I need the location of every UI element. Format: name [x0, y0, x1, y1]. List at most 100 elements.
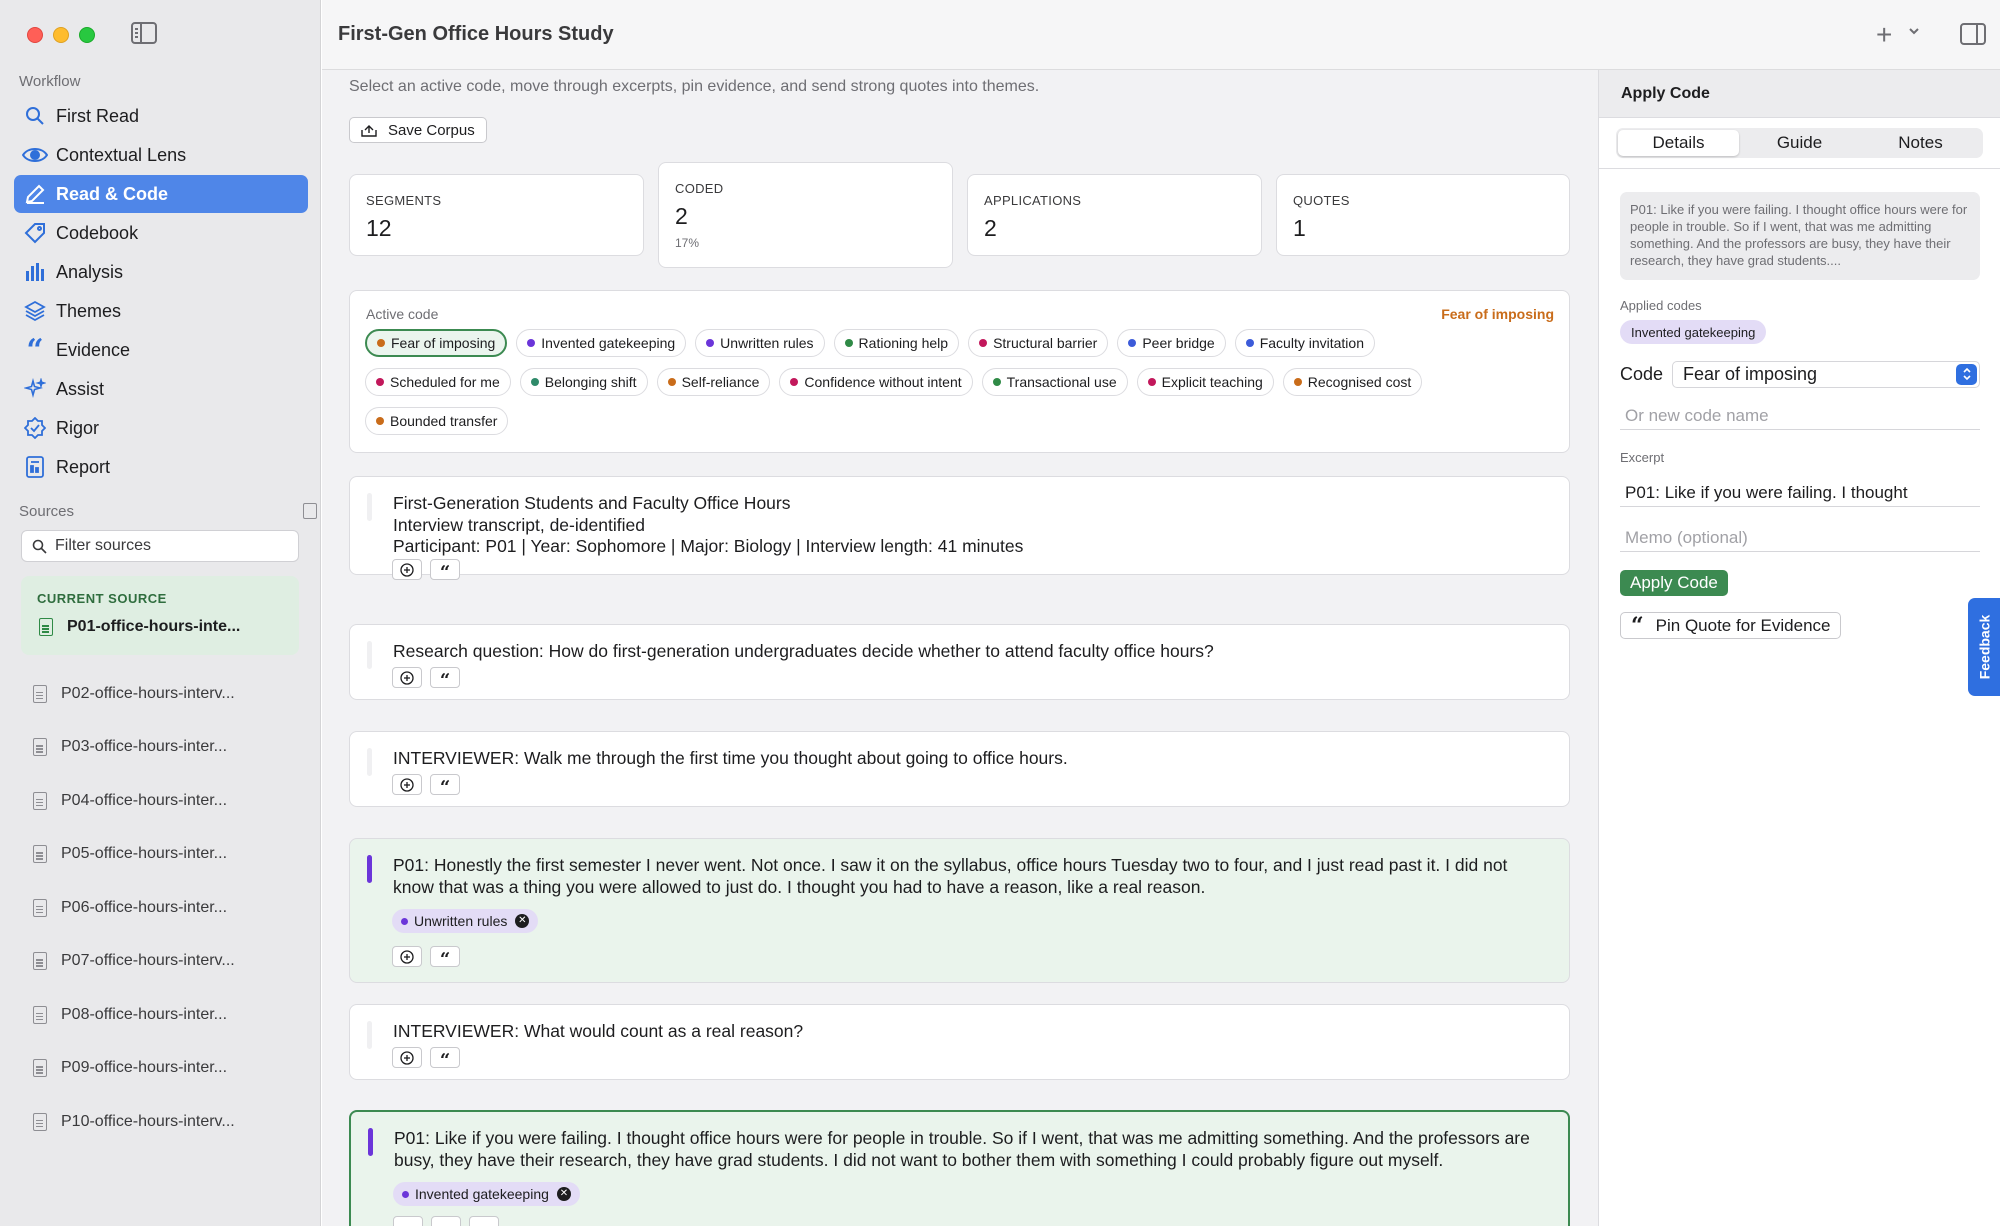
code-chip[interactable]: Transactional use: [981, 368, 1128, 396]
nav-label: Read & Code: [56, 183, 169, 204]
code-chip[interactable]: Structural barrier: [968, 329, 1109, 357]
minimize-window-button[interactable]: [53, 27, 69, 43]
nav-item-report[interactable]: Report: [14, 448, 308, 486]
code-chip[interactable]: Recognised cost: [1282, 368, 1423, 396]
save-corpus-button[interactable]: Save Corpus: [349, 117, 487, 143]
code-chip[interactable]: Unwritten rules: [695, 329, 825, 357]
pin-quote-button[interactable]: “: [430, 667, 460, 689]
code-chip[interactable]: Explicit teaching: [1136, 368, 1274, 396]
nav-item-read-code[interactable]: Read & Code: [14, 175, 308, 213]
add-code-button[interactable]: [392, 1047, 422, 1068]
add-code-button[interactable]: [392, 946, 422, 967]
code-chip[interactable]: Invented gatekeeping: [516, 329, 687, 357]
code-color-dot: [1293, 378, 1302, 386]
filter-sources-input[interactable]: [55, 537, 275, 555]
pin-quote-button[interactable]: [431, 1216, 461, 1226]
nav-item-themes[interactable]: Themes: [14, 292, 308, 330]
code-chip[interactable]: Belonging shift: [519, 368, 648, 396]
code-chip[interactable]: Confidence without intent: [779, 368, 973, 396]
add-code-button[interactable]: [392, 774, 422, 795]
excerpt-actions: “: [392, 946, 460, 968]
feedback-label: Feedback: [1976, 614, 1992, 680]
source-item[interactable]: P05-office-hours-inter...: [33, 828, 303, 882]
close-window-button[interactable]: [27, 27, 43, 43]
excerpt-input[interactable]: [1620, 480, 1980, 507]
code-chip[interactable]: Self-reliance: [656, 368, 771, 396]
applied-code-chip[interactable]: Unwritten rules ✕: [392, 909, 539, 933]
chevron-down-icon[interactable]: [1908, 25, 1920, 37]
sidebar-toggle-icon[interactable]: [131, 22, 157, 44]
tab-details[interactable]: Details: [1618, 130, 1739, 156]
source-item[interactable]: P06-office-hours-inter...: [33, 881, 303, 935]
code-color-dot: [377, 339, 385, 347]
nav-item-codebook[interactable]: Codebook: [14, 214, 308, 252]
code-chip[interactable]: Rationing help: [833, 329, 960, 357]
applied-code-chip[interactable]: Invented gatekeeping ✕: [393, 1182, 580, 1206]
excerpt-card-selected[interactable]: P01: Like if you were failing. I thought…: [349, 1110, 1570, 1226]
code-select-row: Code Fear of imposing: [1620, 360, 1980, 388]
add-code-button[interactable]: [392, 667, 422, 688]
nav-item-evidence[interactable]: “ Evidence: [14, 331, 308, 369]
current-source-card[interactable]: CURRENT SOURCE P01-office-hours-inte...: [21, 576, 299, 655]
source-item[interactable]: P10-office-hours-interv...: [33, 1095, 303, 1149]
code-chip[interactable]: Fear of imposing: [365, 329, 508, 357]
code-chip[interactable]: Scheduled for me: [365, 368, 511, 396]
source-filename: P02-office-hours-interv...: [61, 684, 235, 702]
zoom-window-button[interactable]: [79, 27, 95, 43]
excerpt-card[interactable]: INTERVIEWER: Walk me through the first t…: [349, 731, 1570, 807]
code-chip[interactable]: Bounded transfer: [365, 407, 509, 435]
feedback-tab[interactable]: Feedback: [1968, 598, 2000, 696]
add-source-icon[interactable]: [303, 503, 317, 519]
add-code-button[interactable]: [392, 559, 422, 580]
excerpt-actions: “: [392, 1047, 460, 1069]
code-chip-row: Fear of imposing Invented gatekeeping Un…: [365, 329, 1375, 357]
remove-code-icon[interactable]: ✕: [515, 914, 530, 928]
code-chip[interactable]: Faculty invitation: [1234, 329, 1375, 357]
inspector-toggle-icon[interactable]: [1960, 23, 1986, 45]
nav-label: Report: [56, 456, 111, 477]
plus-circle-icon: [400, 777, 414, 792]
copy-button[interactable]: [469, 1216, 499, 1226]
code-select[interactable]: Fear of imposing: [1672, 360, 1980, 388]
nav-item-assist[interactable]: Assist: [14, 370, 308, 408]
new-code-name-input[interactable]: [1620, 403, 1980, 430]
nav-item-analysis[interactable]: Analysis: [14, 253, 308, 291]
excerpt-card[interactable]: First-Generation Students and Faculty Of…: [349, 476, 1570, 581]
updown-chevron-icon: [1956, 363, 1977, 385]
tab-notes[interactable]: Notes: [1860, 130, 1981, 156]
stat-card-quotes: QUOTES 1: [1276, 174, 1570, 256]
excerpt-card[interactable]: P01: Honestly the first semester I never…: [349, 838, 1570, 983]
excerpt-card[interactable]: Research question: How do first-generati…: [349, 624, 1570, 700]
pin-quote-button[interactable]: “: [430, 1047, 460, 1069]
add-code-button[interactable]: [393, 1216, 423, 1226]
quote-icon: “: [1631, 612, 1644, 639]
pin-quote-button[interactable]: “: [430, 559, 460, 581]
source-item[interactable]: P02-office-hours-interv...: [33, 667, 303, 721]
stat-value: 2: [675, 203, 688, 229]
apply-code-button[interactable]: Apply Code: [1620, 570, 1728, 596]
nav-item-contextual-lens[interactable]: Contextual Lens: [14, 136, 308, 174]
pin-quote-button[interactable]: “ Pin Quote for Evidence: [1620, 612, 1842, 639]
source-item[interactable]: P03-office-hours-inter...: [33, 721, 303, 775]
source-item[interactable]: P07-office-hours-interv...: [33, 935, 303, 989]
nav-item-first-read[interactable]: First Read: [14, 97, 308, 135]
tab-guide[interactable]: Guide: [1739, 130, 1860, 156]
add-icon[interactable]: +: [1876, 21, 1892, 49]
pin-quote-button[interactable]: “: [430, 774, 460, 796]
source-item[interactable]: P09-office-hours-inter...: [33, 1042, 303, 1096]
nav-item-rigor[interactable]: Rigor: [14, 409, 308, 447]
code-chip-label: Structural barrier: [993, 335, 1098, 351]
code-chip-label: Transactional use: [1006, 374, 1117, 390]
applied-code-chip[interactable]: Invented gatekeeping: [1620, 320, 1767, 344]
excerpt-card[interactable]: INTERVIEWER: What would count as a real …: [349, 1004, 1570, 1080]
divider: [1599, 168, 2000, 169]
remove-code-icon[interactable]: ✕: [556, 1187, 571, 1201]
pin-quote-button[interactable]: “: [430, 946, 460, 968]
source-item[interactable]: P04-office-hours-inter...: [33, 774, 303, 828]
code-chip[interactable]: Peer bridge: [1117, 329, 1226, 357]
source-item[interactable]: P08-office-hours-inter...: [33, 988, 303, 1042]
memo-input[interactable]: [1620, 525, 1980, 552]
code-chip-label: Invented gatekeeping: [541, 335, 676, 351]
document-icon: [33, 1059, 47, 1078]
stat-value: 2: [984, 215, 997, 241]
